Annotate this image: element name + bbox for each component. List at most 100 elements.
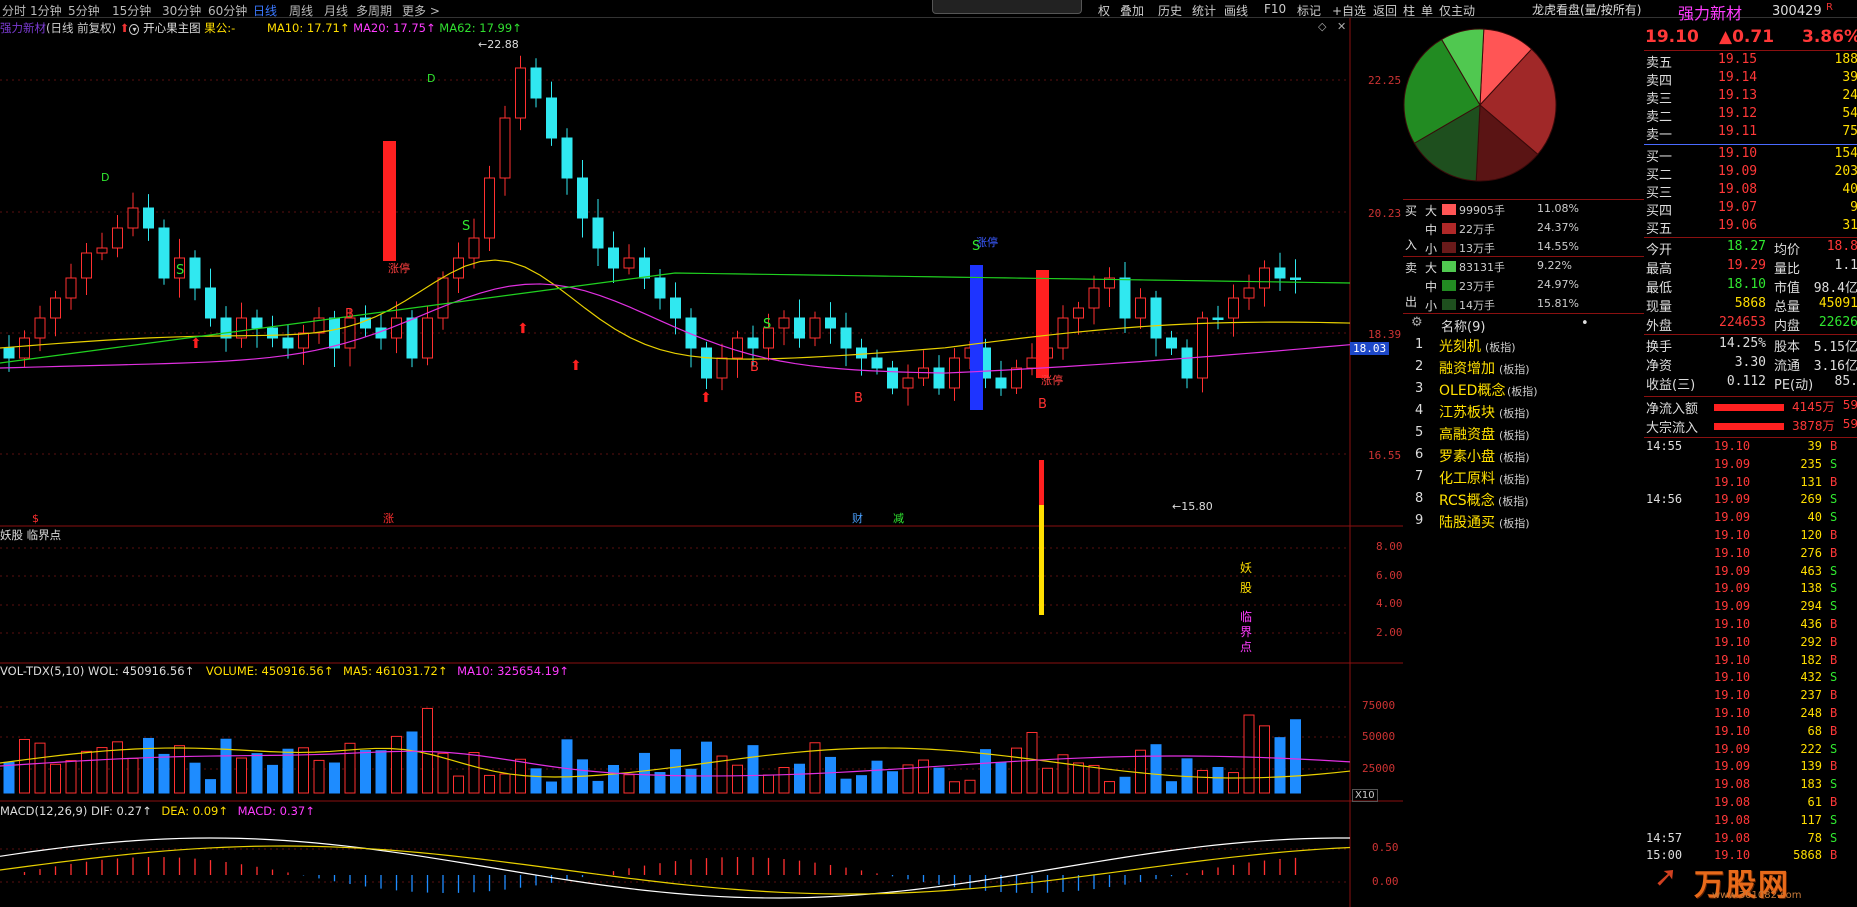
toolbar-btn-7[interactable]: +自选	[1332, 2, 1366, 19]
sector-number: 2	[1415, 359, 1424, 374]
candle-body	[19, 337, 30, 359]
period-tab-4[interactable]: 30分钟	[162, 2, 201, 19]
sector-item-3[interactable]: 3 OLED概念 (板指)	[1403, 380, 1644, 402]
candle-body	[1228, 297, 1239, 319]
asks-row-0: 卖五 19.15 188	[1644, 52, 1857, 71]
sub1-tick-3: 4.00	[1376, 597, 1403, 610]
bottom-marker-1: $	[32, 512, 39, 525]
volume-bar	[794, 763, 805, 794]
bids-vol: 40	[1842, 182, 1857, 197]
diamond-icon[interactable]: ◇	[1318, 20, 1326, 33]
stats2-label-2: 流通	[1774, 359, 1801, 374]
volume-bar	[949, 781, 960, 794]
volume-bar	[561, 739, 573, 794]
trade-row-9: 19.09 294 S	[1644, 599, 1857, 617]
sector-number: 3	[1415, 381, 1424, 396]
toolbar-btn-5[interactable]: F10	[1264, 2, 1286, 16]
sub1-tick-1: 8.00	[1376, 540, 1403, 553]
sector-item-1[interactable]: 1 光刻机 (板指)	[1403, 336, 1644, 358]
flow-swatch-buy-2	[1442, 242, 1456, 253]
volume-bar	[375, 750, 387, 794]
trade-volume: 131	[1800, 474, 1822, 489]
period-tab-7[interactable]: 周线	[289, 2, 313, 19]
volume-bar	[887, 771, 898, 794]
volume-bar	[1166, 781, 1177, 794]
flow-pct-buy-2: 14.55%	[1537, 240, 1579, 253]
toolbar-btn-6[interactable]: 标记	[1297, 2, 1321, 19]
toolbar-btn-1[interactable]: 叠加	[1120, 2, 1144, 19]
period-tab-3[interactable]: 15分钟	[112, 2, 151, 19]
period-tab-9[interactable]: 多周期	[356, 2, 392, 19]
gear-icon[interactable]: ⚙	[1411, 315, 1423, 330]
candle-body	[1135, 297, 1146, 319]
asks-price: 19.15	[1718, 52, 1758, 67]
stats2-value-1: 0.112	[1726, 374, 1766, 389]
up-arrow-icon-3: ⬆	[700, 390, 712, 406]
toolbar-btn-0[interactable]: 权	[1098, 2, 1110, 19]
volume-bar	[856, 775, 867, 794]
candle-body	[561, 137, 573, 179]
netflow-bar	[1714, 423, 1784, 430]
period-tab-6[interactable]: 日线	[253, 2, 277, 19]
netflow-value: 4145万	[1792, 400, 1835, 414]
sector-item-4[interactable]: 4 江苏板块 (板指)	[1403, 402, 1644, 424]
trade-price: 19.10	[1714, 474, 1751, 489]
trade-row-22: 14:57 19.08 78 S	[1644, 831, 1857, 849]
trade-row-15: 19.10 248 B	[1644, 706, 1857, 724]
candle-body	[437, 277, 449, 319]
stats-row-4: 外盘 224653 内盘 22626	[1644, 315, 1857, 334]
formula-name[interactable]: 开心果主图	[143, 21, 201, 35]
candle-body	[809, 317, 821, 339]
candle-body	[716, 357, 728, 379]
volume-bar	[1088, 764, 1100, 794]
stats-label-1: 现量	[1646, 300, 1673, 315]
volume-bar	[267, 764, 278, 794]
period-tab-0[interactable]: 分时	[2, 2, 26, 19]
period-tab-5[interactable]: 60分钟	[208, 2, 247, 19]
period-tab-10[interactable]: 更多 >	[402, 2, 440, 19]
trade-row-0: 14:55 19.10 39 B	[1644, 439, 1857, 457]
candle-body	[1212, 317, 1224, 320]
period-tab-8[interactable]: 月线	[324, 2, 348, 19]
toolbar-btn-4[interactable]: 画线	[1224, 2, 1248, 19]
kline-chart[interactable]: 涨停涨停涨停SSSSBBB BDD⬆⬆⬆⬆$ 涨财减	[0, 18, 1403, 907]
sector-item-2[interactable]: 2 融资增加 (板指)	[1403, 358, 1644, 380]
candle-body	[34, 317, 46, 339]
volume-bar	[995, 761, 1007, 794]
trade-row-10: 19.10 436 B	[1644, 617, 1857, 635]
sector-item-7[interactable]: 7 化工原料 (板指)	[1403, 468, 1644, 490]
sector-item-9[interactable]: 9 陆股通买 (板指)	[1403, 512, 1644, 534]
toolbar-btn-2[interactable]: 历史	[1158, 2, 1182, 19]
period-tab-1[interactable]: 1分钟	[30, 2, 62, 19]
stats-label-1: 今开	[1646, 243, 1673, 258]
trade-row-4: 19.09 40 S	[1644, 510, 1857, 528]
asks-label: 卖四	[1646, 74, 1673, 89]
candle-body	[499, 117, 511, 179]
sector-item-5[interactable]: 5 高融资盘 (板指)	[1403, 424, 1644, 446]
chart-title-legend: 强力新材(日线 前复权) ⬆ ▾ 开心果主图 果公:- MA10: 17.71↑ …	[0, 20, 522, 36]
sector-item-6[interactable]: 6 罗素小盘 (板指)	[1403, 446, 1644, 468]
sector-item-8[interactable]: 8 RCS概念 (板指)	[1403, 490, 1644, 512]
bids-price: 19.08	[1718, 182, 1758, 197]
candle-body	[1026, 357, 1038, 369]
period-tab-2[interactable]: 5分钟	[68, 2, 100, 19]
limit-up-label-3: 涨停	[1041, 373, 1063, 387]
stats2-label-1: 换手	[1646, 340, 1673, 355]
stats2-label-2: PE(动)	[1774, 378, 1814, 393]
vol-title: VOL-TDX(5,10)	[0, 664, 85, 678]
price-tick-2: 20.23	[1368, 207, 1402, 220]
close-icon[interactable]: ✕	[1337, 20, 1346, 33]
trade-side: S	[1830, 741, 1838, 756]
volume-bar	[391, 735, 402, 794]
floating-search-box[interactable]	[932, 0, 1082, 14]
dea-legend: DEA: 0.09↑	[161, 804, 228, 818]
volume-bar	[778, 767, 790, 794]
volume-bar	[251, 753, 263, 794]
settings-circle-icon[interactable]: ▾	[129, 24, 140, 35]
candle-body	[220, 317, 232, 339]
trade-row-18: 19.09 139 B	[1644, 759, 1857, 777]
sector-tag: (板指)	[1485, 341, 1516, 354]
trade-side: B	[1830, 617, 1838, 631]
toolbar-btn-3[interactable]: 统计	[1192, 2, 1216, 19]
toolbar-btn-8[interactable]: 返回	[1373, 2, 1397, 19]
